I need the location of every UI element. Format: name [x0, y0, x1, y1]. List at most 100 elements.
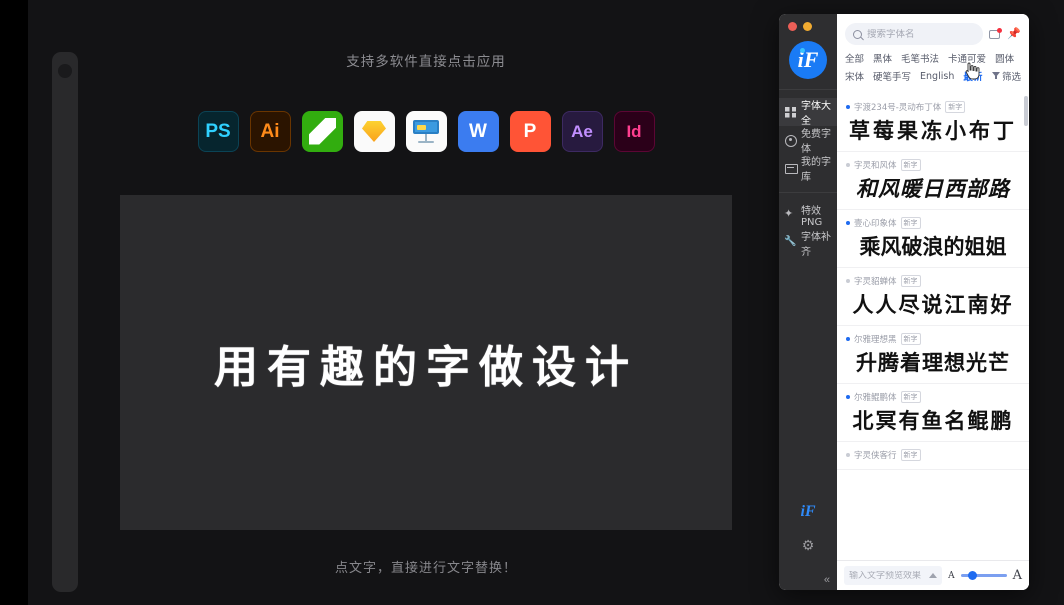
window-minimize-button[interactable]: [803, 22, 812, 31]
window-controls[interactable]: [779, 14, 837, 31]
canvas-headline-text[interactable]: 用有趣的字做设计: [120, 195, 732, 530]
app-icon-keynote-green[interactable]: [301, 111, 343, 152]
font-badge: 新字: [900, 391, 921, 403]
window-close-button[interactable]: [788, 22, 797, 31]
app-icon-illustrator[interactable]: Ai: [249, 111, 291, 152]
font-meta: 字灵和风体 新字: [846, 159, 1020, 171]
preview-text-input[interactable]: [849, 570, 930, 581]
app-icon-photoshop-label: PS: [205, 120, 231, 142]
sidebar-item-font-fix[interactable]: 字体补齐: [779, 229, 837, 258]
search-input[interactable]: [867, 28, 976, 40]
app-icon-photoshop[interactable]: PS: [197, 111, 239, 152]
font-badge: 新字: [945, 101, 966, 113]
app-icon-keynote[interactable]: [405, 111, 447, 152]
filter-button-label: 筛选: [1001, 72, 1021, 83]
search-box[interactable]: [845, 23, 984, 45]
font-list-item[interactable]: 尔雅理想黑 新字 升腾着理想光芒: [837, 326, 1029, 384]
tag-english[interactable]: English: [920, 71, 954, 82]
message-icon[interactable]: [989, 27, 1003, 39]
font-name: 字灵貂蝉体: [854, 277, 897, 287]
font-size-small-label: A: [948, 570, 955, 581]
font-manager-window: iF 字体大全 免费字体 我的字库 特效PN: [779, 14, 1029, 590]
tool-strip-handle-dot[interactable]: [58, 64, 72, 78]
tag-cartoon-cute[interactable]: 卡通可爱: [948, 51, 986, 65]
collapse-sidebar-button[interactable]: «: [824, 574, 837, 586]
app-icon-powerpoint-label: P: [523, 120, 537, 142]
tag-all[interactable]: 全部: [845, 51, 864, 65]
sparkle-icon: [784, 207, 796, 221]
floating-tool-strip[interactable]: [52, 52, 78, 592]
sidebar-item-my-fonts[interactable]: 我的字库: [779, 154, 837, 183]
app-icon-powerpoint[interactable]: P: [509, 111, 551, 152]
chevron-up-icon[interactable]: [929, 573, 938, 578]
notification-badge: [997, 27, 1003, 33]
app-icon-indesign[interactable]: Id: [613, 111, 655, 152]
sidebar-mini-logo[interactable]: iF: [800, 503, 815, 521]
font-list-item[interactable]: 尔雅鲲鹏体 新字 北冥有鱼名鲲鹏: [837, 384, 1029, 442]
tag-newest[interactable]: 最新: [963, 69, 982, 83]
preview-bottom-bar: A A: [837, 560, 1029, 590]
search-bar: 📌: [837, 14, 1029, 51]
font-name: 字灵侠客行: [854, 451, 897, 461]
sidebar-divider-top: [779, 89, 837, 90]
app-icon-after-effects-label: Ae: [571, 121, 593, 141]
slider-knob[interactable]: [967, 571, 977, 580]
font-name: 壹心印象体: [854, 219, 897, 229]
sidebar-item-font-library-label: 字体大全: [801, 101, 831, 127]
font-badge: 新字: [900, 449, 921, 461]
app-icon-after-effects[interactable]: Ae: [561, 111, 603, 152]
sidebar-item-free-fonts-label: 免费字体: [801, 129, 831, 155]
app-icon-word-label: W: [469, 120, 487, 142]
font-name: 字灵和风体: [854, 161, 897, 171]
filter-button[interactable]: 筛选: [991, 69, 1021, 83]
font-preview: 人人尽说江南好: [852, 292, 1014, 317]
font-name: 尔雅理想黑: [854, 335, 897, 345]
app-icon-indesign-label: Id: [626, 121, 642, 141]
sidebar-item-effect-png-label: 特效PNG: [801, 206, 823, 228]
font-badge: 新字: [900, 333, 921, 345]
font-preview: 北冥有鱼名鲲鹏: [852, 408, 1014, 433]
tag-songti[interactable]: 宋体: [845, 69, 864, 83]
app-icon-sketch[interactable]: [353, 111, 395, 152]
sidebar-item-font-fix-label: 字体补齐: [801, 232, 831, 258]
font-preview: 升腾着理想光芒: [856, 351, 1010, 375]
filter-tag-row-1: 全部 黑体 毛笔书法 卡通可爱 圆体: [845, 51, 1021, 65]
tag-hard-pen-handwriting[interactable]: 硬笔手写: [873, 69, 911, 83]
font-size-slider[interactable]: [960, 570, 1007, 582]
font-meta: 尔雅鲲鹏体 新字: [846, 391, 1020, 403]
book-icon: [785, 163, 798, 174]
search-icon: [853, 29, 862, 39]
font-badge: 新字: [900, 275, 921, 287]
font-badge: 新字: [900, 159, 921, 171]
tag-brush-calligraphy[interactable]: 毛笔书法: [901, 51, 939, 65]
font-list-scrollbar[interactable]: [1024, 96, 1028, 126]
design-canvas[interactable]: 用有趣的字做设计: [120, 195, 732, 530]
font-size-large-label: A: [1012, 568, 1022, 583]
app-icon-word[interactable]: W: [457, 111, 499, 152]
font-list-item[interactable]: 字灵貂蝉体 新字 人人尽说江南好: [837, 268, 1029, 326]
app-icon-illustrator-label: Ai: [260, 120, 280, 142]
font-list-item[interactable]: 字渡234号-灵动布丁体 新字 草莓果冻小布丁: [837, 94, 1029, 152]
supported-apps-row: PS Ai W P Ae Id: [90, 111, 762, 152]
font-preview: 和风暖日西部路: [856, 176, 1010, 201]
sidebar-item-font-library[interactable]: 字体大全: [779, 98, 837, 127]
tag-round[interactable]: 圆体: [995, 51, 1014, 65]
tag-heiti[interactable]: 黑体: [873, 51, 892, 65]
font-list[interactable]: 字渡234号-灵动布丁体 新字 草莓果冻小布丁 字灵和风体 新字 和风暖日西部路: [837, 94, 1029, 560]
font-list-item[interactable]: 字灵和风体 新字 和风暖日西部路: [837, 152, 1029, 210]
preview-text-box[interactable]: [844, 566, 943, 585]
font-list-item[interactable]: 壹心印象体 新字 乘风破浪的姐姐: [837, 210, 1029, 268]
sidebar-item-effect-png[interactable]: 特效PNG: [779, 201, 837, 229]
font-name: 字渡234号-灵动布丁体: [854, 103, 942, 113]
font-list-item[interactable]: 字灵侠客行 新字: [837, 442, 1029, 470]
gear-icon[interactable]: ⚙: [802, 537, 815, 554]
sidebar-item-my-fonts-label: 我的字库: [801, 157, 831, 183]
sidebar-nav: 字体大全 免费字体 我的字库 特效PNG 字体补齐: [779, 98, 837, 258]
filter-tags: 全部 黑体 毛笔书法 卡通可爱 圆体 宋体 硬笔手写 English 最新 筛选: [837, 51, 1029, 94]
sidebar-bottom: iF ⚙ «: [779, 503, 837, 590]
header-icons: 📌: [989, 27, 1021, 40]
font-meta: 字灵貂蝉体 新字: [846, 275, 1020, 287]
sidebar-item-free-fonts[interactable]: 免费字体: [779, 126, 837, 155]
logo-dot-icon: [800, 48, 805, 53]
pin-icon[interactable]: 📌: [1007, 28, 1021, 40]
